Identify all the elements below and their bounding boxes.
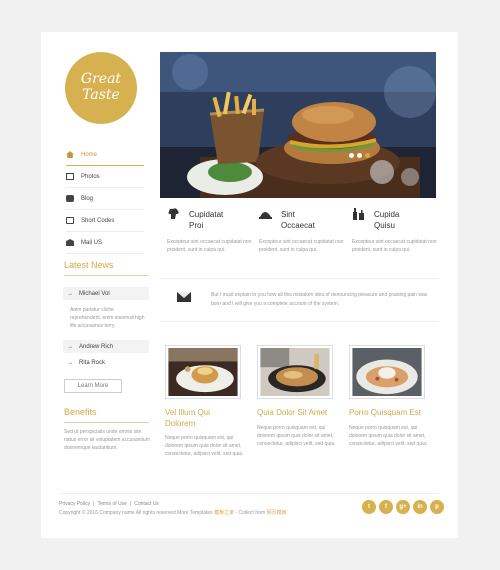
feature-text: Excepteur sint occaecat cupidatat non pr…	[352, 239, 437, 253]
bottles-icon	[353, 208, 364, 220]
copyright-text: Copyright © 2016.Company name All rights…	[59, 510, 213, 516]
news-item-label: Andrew Rich	[79, 343, 114, 350]
footer-divider	[59, 493, 439, 494]
nav-label: Home	[81, 151, 98, 158]
divider	[64, 275, 149, 276]
collect-text: - Collect from	[234, 510, 266, 516]
feature-title: Cupida Quisu	[374, 210, 400, 230]
chef-icon	[168, 208, 179, 219]
news-item-rita-rock[interactable]: → Rita Rock	[63, 356, 149, 369]
food-photo	[352, 348, 422, 396]
latest-news-heading: Latest News	[64, 260, 114, 270]
hero-slider-image	[160, 52, 436, 198]
feature-text: Excepteur sint occaecat cupidatat non pr…	[259, 239, 344, 253]
footer-link-contact[interactable]: Contact Us	[134, 501, 159, 507]
slider-dot[interactable]	[365, 153, 370, 158]
logo[interactable]: Great Taste	[65, 52, 137, 124]
sidebar-nav: Home Photos Blog Short Codes Mail US	[66, 144, 144, 254]
footer-link-privacy[interactable]: Privacy Policy	[59, 501, 90, 507]
code-icon	[66, 217, 74, 224]
arrow-right-icon: →	[67, 343, 73, 350]
nav-item-mail-us[interactable]: Mail US	[66, 232, 144, 254]
feature-title: Sint Occaecat	[281, 210, 315, 230]
nav-label: Short Codes	[81, 217, 115, 224]
footer-brand-link[interactable]: 模板之家	[214, 510, 234, 516]
nav-item-home[interactable]: Home	[66, 144, 144, 166]
divider	[64, 422, 149, 423]
nav-label: Mail US	[81, 239, 103, 246]
food-photo	[160, 52, 436, 198]
benefits-text: Sed ut perspiciatis unde omnis iste natu…	[64, 429, 150, 451]
envelope-icon	[177, 292, 191, 302]
page-container: Great Taste Home Photos Blog Short Codes…	[41, 32, 458, 538]
news-item-andrew-rich[interactable]: → Andrew Rich	[63, 340, 149, 353]
learn-more-button[interactable]: Learn More	[64, 379, 122, 393]
news-item-michael-vol[interactable]: → Michael Vol	[63, 287, 149, 300]
food-photo	[168, 348, 238, 396]
nav-item-short-codes[interactable]: Short Codes	[66, 210, 144, 232]
card-image[interactable]	[349, 345, 425, 399]
logo-line-1: Great	[80, 71, 122, 87]
twitter-icon[interactable]: t	[362, 500, 376, 514]
news-item-label: Rita Rock	[79, 359, 106, 366]
feature-item: Sint Occaecat Excepteur sint occaecat cup…	[259, 203, 347, 267]
card-text: Neque porro quisquam est, qui dolorem ip…	[257, 425, 336, 447]
house-icon	[66, 151, 74, 158]
photo-icon	[66, 173, 74, 180]
news-text: Anim pariatur cliche reprehenderit, enim…	[70, 307, 145, 329]
feature-item: Cupidatat Proi Excepteur sint occaecat cu…	[167, 203, 255, 267]
arrow-right-icon: →	[67, 359, 73, 366]
dish-icon	[259, 212, 272, 219]
card-text: Neque porro quisquam est, qui dolorem ip…	[349, 425, 428, 447]
blog-icon	[66, 195, 74, 202]
benefits-heading: Benefits	[64, 407, 97, 417]
slider-dot[interactable]	[349, 153, 354, 158]
separator: |	[93, 501, 95, 507]
card-title[interactable]: Vel Illum Qui Dolorem	[165, 407, 210, 429]
footer-links: Privacy Policy | Terms of Use | Contact …	[59, 501, 159, 507]
slider-dot[interactable]	[357, 153, 362, 158]
card-title[interactable]: Porro Quisquam Est	[349, 407, 421, 418]
separator: |	[129, 501, 132, 507]
logo-line-2: Taste	[82, 87, 120, 103]
nav-item-blog[interactable]: Blog	[66, 188, 144, 210]
message-band: But I must explain to you how all this m…	[161, 278, 438, 322]
footer-link-terms[interactable]: Terms of Use	[97, 501, 126, 507]
arrow-right-icon: →	[67, 290, 73, 297]
nav-label: Photos	[81, 173, 100, 180]
card-text: Neque porro quisquam est, qui dolorem ip…	[165, 435, 244, 457]
message-text: But I must explain to you how all this m…	[211, 292, 428, 307]
slider-dots	[349, 153, 370, 158]
food-photo	[260, 348, 330, 396]
linkedin-icon[interactable]: in	[413, 500, 427, 514]
google-plus-icon[interactable]: g+	[396, 500, 410, 514]
pinterest-icon[interactable]: p	[430, 500, 444, 514]
nav-item-photos[interactable]: Photos	[66, 166, 144, 188]
mail-icon	[66, 239, 74, 246]
news-item-label: Michael Vol	[79, 290, 110, 297]
footer-brand-link[interactable]: 网页模板	[267, 510, 287, 516]
card-title[interactable]: Quia Dolor Sit Amet	[257, 407, 327, 418]
card-image[interactable]	[257, 345, 333, 399]
facebook-icon[interactable]: f	[379, 500, 393, 514]
feature-item: Cupida Quisu Excepteur sint occaecat cupi…	[352, 203, 440, 267]
copyright: Copyright © 2016.Company name All rights…	[59, 509, 287, 516]
feature-title: Cupidatat Proi	[189, 210, 224, 230]
feature-text: Excepteur sint occaecat cupidatat non pr…	[167, 239, 252, 253]
social-links: t f g+ in p	[362, 500, 444, 514]
card-image[interactable]	[165, 345, 241, 399]
nav-label: Blog	[81, 195, 94, 202]
